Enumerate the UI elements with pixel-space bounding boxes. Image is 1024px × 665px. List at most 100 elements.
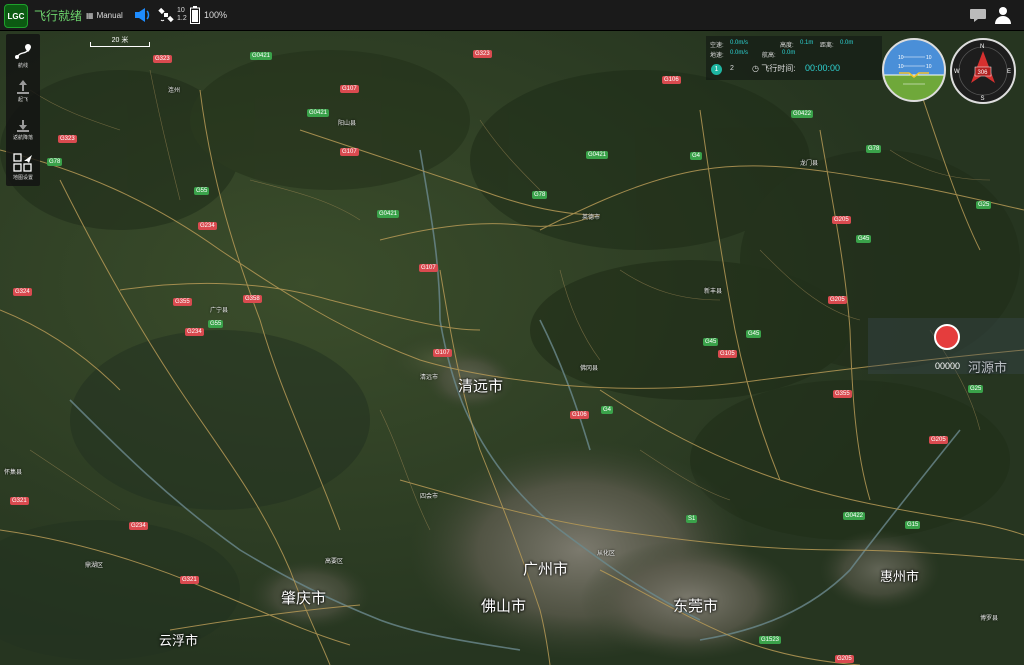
road-shield: G107 [433,349,452,357]
satellite-count: 10 [177,7,185,14]
town-label: 英德市 [582,215,601,221]
compass: N S E W 306 [950,38,1016,104]
road-shield: G105 [718,350,737,358]
road-shield: G234 [198,222,217,230]
route-plan-label: 航线 [17,63,28,69]
flight-time-value: 00:00:00 [805,63,841,73]
road-shield: G107 [340,148,359,156]
road-shield: G0422 [843,512,866,520]
road-shield: G45 [856,235,872,243]
speaker-icon[interactable] [134,0,152,30]
town-label: 佛冈县 [580,366,599,372]
compass-s: S [981,96,985,102]
city-label-guangzhou: 广州市 [523,561,569,578]
road-shield: G4 [690,152,703,160]
road-shield: G0421 [377,210,400,218]
road-shield: G205 [828,296,847,304]
pitch-tick: 10 [926,64,932,70]
vehicle-marker-label: 00000 [935,361,961,371]
route-plan-button[interactable]: 航线 [6,42,40,69]
road-shield: G323 [153,55,172,63]
town-label: 清远市 [420,375,439,381]
road-shield: G205 [929,436,948,444]
road-shield: G323 [58,135,77,143]
road-shield: G4 [601,406,614,414]
takeoff-label: 起飞 [17,97,28,103]
flight-time-label: ◷ 飞行时间: [752,64,796,73]
road-shield: G358 [243,295,262,303]
flight-height-value: 0.0m [782,50,796,56]
road-shield: G106 [662,76,681,84]
flight-height-label: 航高: [762,53,776,59]
road-shield: G321 [180,576,199,584]
road-shield: G55 [208,320,224,328]
road-shield: G55 [194,187,210,195]
clock-icon: ◷ [752,64,759,73]
battery-percent: 100% [204,10,228,20]
vehicle-marker[interactable] [934,324,960,350]
town-label: 阳山县 [338,121,357,127]
city-label-dongguan: 东莞市 [673,598,719,615]
road-shield: G45 [746,330,762,338]
road-shield: G355 [173,298,192,306]
road-shield: G78 [532,191,548,199]
route-plan-icon [15,44,31,59]
map-settings-button[interactable]: 地图设置 [6,152,40,181]
town-label: 怀集县 [4,470,23,476]
map-settings-icon [13,153,32,172]
road-shield: G45 [703,338,719,346]
groundspeed-value: 0.0m/s [730,50,749,56]
compass-w: W [954,69,960,75]
city-label-foshan: 佛山市 [481,598,527,615]
road-shield: G25 [968,385,984,393]
airspeed-value: 0.0m/s [730,40,749,46]
app-logo[interactable]: LGC [4,4,28,28]
takeoff-icon [17,80,29,94]
altitude-label: 高度: [780,43,794,49]
attitude-indicator: 10 10 10 10 [882,38,946,102]
road-shield: G321 [10,497,29,505]
road-shield: G323 [473,50,492,58]
tool-panel: 航线 起飞 返航降落 地图设置 [6,34,40,186]
road-shield: G234 [185,328,204,336]
town-label: 鼎湖区 [85,563,104,569]
town-label: 新丰县 [704,289,723,295]
road-shield: G205 [832,216,851,224]
user-icon[interactable] [993,0,1013,30]
gps-info: 10 1.2 [177,0,187,30]
vehicle-id-badge[interactable]: 1 [711,64,722,75]
road-shield: G0421 [307,109,330,117]
message-icon[interactable] [969,0,987,30]
airspeed-label: 空速: [710,43,724,49]
return-land-button[interactable]: 返航降落 [6,116,40,141]
hdop-value: 1.2 [177,15,187,22]
takeoff-button[interactable]: 起飞 [6,78,40,103]
map-scale-bar: 20 米 [90,35,150,49]
flight-status-label: 飞行就绪 [34,8,83,23]
town-label: 连州 [168,88,181,94]
road-shield: G107 [419,264,438,272]
city-label-yunfu: 云浮市 [159,633,199,648]
road-shield: G234 [129,522,148,530]
road-shield: G0421 [250,52,273,60]
town-label: 博罗县 [980,616,999,622]
flight-mode[interactable]: ▦ Manual [86,0,123,30]
compass-e: E [1007,69,1011,75]
road-shield: G78 [47,158,63,166]
altitude-value: 0.1m [800,40,814,46]
road-shield: G107 [340,85,359,93]
road-shield: G355 [833,390,852,398]
map-settings-label: 地图设置 [12,175,33,181]
road-shield: G78 [866,145,882,153]
city-label-qingyuan: 清远市 [458,378,504,395]
waypoint-count: 2 [730,65,734,72]
groundspeed-label: 地速: [710,53,724,59]
satellite-icon [158,0,174,30]
distance-value: 0.0m [840,40,854,46]
top-status-bar: LGC 飞行就绪 ▦ Manual 10 1.2 100% [0,0,1024,31]
town-label: 从化区 [597,551,616,557]
town-label: 广宁县 [210,308,229,314]
road-shield: G15 [905,521,921,529]
pitch-tick: 10 [926,55,932,61]
road-shield: G205 [835,655,854,663]
